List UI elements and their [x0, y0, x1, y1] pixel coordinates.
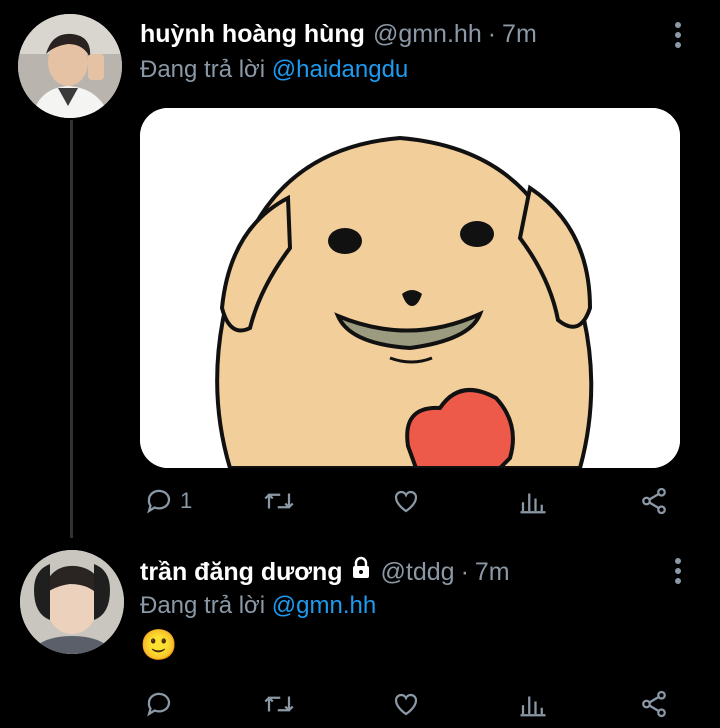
reply-count: 1: [180, 488, 193, 513]
share-icon: [642, 487, 666, 515]
retweet-icon: [264, 493, 294, 509]
mention-link[interactable]: @gmn.hh: [272, 592, 376, 619]
more-options-icon[interactable]: [672, 20, 684, 50]
timestamp[interactable]: 7m: [502, 20, 537, 49]
tweet-actions: 1: [140, 481, 700, 521]
analytics-icon: [520, 493, 546, 514]
analytics-icon: [520, 696, 546, 717]
like-icon: [394, 490, 418, 513]
share-icon: [642, 690, 666, 718]
reply-button[interactable]: [144, 684, 174, 724]
share-button[interactable]: [638, 684, 670, 724]
display-name[interactable]: huỳnh hoàng hùng: [140, 20, 365, 49]
tweet-text: 🙂: [140, 629, 178, 662]
avatar[interactable]: [20, 550, 124, 654]
tweet-actions: [140, 684, 700, 724]
mention-link[interactable]: @haidangdu: [272, 56, 408, 83]
replying-to: Đang trả lời @haidangdu: [140, 56, 408, 84]
like-button[interactable]: [390, 684, 422, 724]
retweet-button[interactable]: [262, 481, 296, 521]
tweet-1[interactable]: huỳnh hoàng hùng @gmn.hh · 7m Đang trả l…: [0, 0, 720, 540]
timestamp[interactable]: 7m: [475, 558, 510, 587]
user-handle[interactable]: @tddg: [381, 558, 455, 587]
replying-to: Đang trả lời @gmn.hh: [140, 592, 376, 620]
like-button[interactable]: [390, 481, 422, 521]
reply-button[interactable]: 1: [144, 481, 192, 521]
separator-dot: ·: [487, 20, 497, 48]
tweet-media-image[interactable]: [140, 108, 680, 468]
more-options-icon[interactable]: [672, 556, 684, 586]
user-handle[interactable]: @gmn.hh: [373, 20, 482, 49]
display-name[interactable]: trần đăng dương: [140, 558, 343, 587]
retweet-button[interactable]: [262, 684, 296, 724]
lock-icon: [352, 556, 369, 578]
share-button[interactable]: [638, 481, 670, 521]
reply-icon: [147, 692, 171, 717]
avatar-photo-icon: [20, 550, 124, 654]
retweet-icon: [264, 696, 294, 712]
analytics-button[interactable]: [518, 481, 548, 521]
reply-icon: [147, 489, 171, 514]
replying-to-label: Đang trả lời: [140, 56, 266, 83]
tweet-header: huỳnh hoàng hùng @gmn.hh · 7m: [140, 20, 537, 49]
separator-dot: ·: [460, 558, 469, 586]
tweet-header: trần đăng dương @tddg · 7m: [140, 556, 510, 587]
avatar-photo-icon: [18, 14, 122, 118]
avatar[interactable]: [18, 14, 122, 118]
dog-meme-illustration-icon: [140, 108, 680, 468]
tweet-2[interactable]: trần đăng dương @tddg · 7m Đang trả lời …: [0, 540, 720, 728]
like-icon: [394, 693, 418, 716]
analytics-button[interactable]: [518, 684, 548, 724]
replying-to-label: Đang trả lời: [140, 592, 266, 619]
